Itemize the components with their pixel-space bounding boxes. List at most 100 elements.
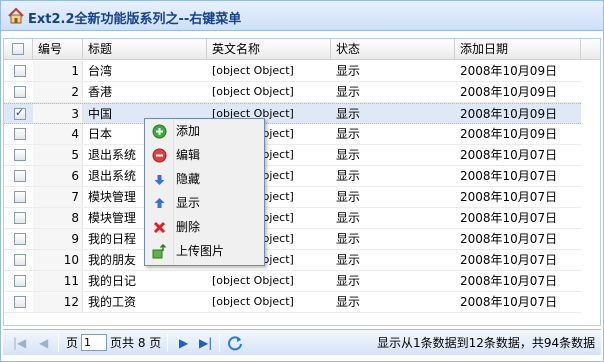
cell-date: 2008年10月09日 [460, 107, 558, 121]
header-date[interactable]: 添加日期 [455, 39, 581, 60]
cell-id: 7 [71, 190, 79, 204]
cell-date: 2008年10月07日 [460, 295, 558, 309]
cell-id: 1 [71, 64, 79, 78]
context-menu-item[interactable]: 编辑 [147, 144, 262, 167]
cell-status: 显示 [336, 190, 361, 204]
row-checkbox[interactable] [14, 212, 26, 224]
prev-page-icon[interactable]: ◀ [39, 335, 48, 351]
title-bar: Ext2.2全新功能版系列之--右键菜单 [1, 1, 603, 31]
cell-date: 2008年10月07日 [460, 169, 558, 183]
delete-icon [152, 220, 167, 235]
cell-status: 显示 [336, 274, 361, 288]
paging-toolbar: |◀ ◀ 页 页共 8 页 ▶ ▶| 显示从1条数据到12条数据，共94条数据 [3, 329, 601, 355]
panel-title: Ext2.2全新功能版系列之--右键菜单 [28, 12, 242, 27]
context-menu-item[interactable]: 隐藏 [147, 168, 262, 191]
cell-english-name: [object Object] [212, 64, 294, 77]
show-icon [152, 196, 167, 211]
context-menu-item-label: 删除 [176, 220, 201, 234]
cell-status: 显示 [336, 64, 361, 78]
cell-status: 显示 [336, 85, 361, 99]
table-row[interactable]: 5退出系统[object Object]显示2008年10月07日 [4, 145, 581, 166]
edit-icon [152, 148, 167, 163]
row-checkbox[interactable] [14, 128, 26, 140]
table-row[interactable]: 11 我的日记 [object Object] 显示 2008年10月07日 [4, 271, 581, 292]
cell-date: 2008年10月09日 [460, 64, 558, 78]
cell-date: 2008年10月07日 [460, 232, 558, 246]
context-menu-item[interactable]: 删除 [147, 216, 262, 239]
row-checkbox[interactable] [14, 106, 26, 120]
last-page-icon[interactable]: ▶| [199, 335, 212, 351]
row-checkbox[interactable] [14, 275, 26, 287]
row-checkbox[interactable] [14, 149, 26, 161]
context-menu-item-label: 隐藏 [176, 172, 201, 186]
data-grid: 编号 标题 英文名称 状态 添加日期 1 台湾 [object Object] 显示 2… [3, 38, 601, 326]
hide-icon [152, 172, 167, 187]
cell-status: 显示 [336, 211, 361, 225]
header-status[interactable]: 状态 [331, 39, 455, 60]
cell-id: 3 [71, 107, 79, 121]
cell-date: 2008年10月07日 [460, 253, 558, 267]
header-spacer [581, 39, 600, 60]
toolbar-separator [219, 334, 220, 352]
table-row[interactable]: 8模块管理[object Object]显示2008年10月07日 [4, 208, 581, 229]
header-title[interactable]: 标题 [83, 39, 207, 60]
add-icon [152, 124, 167, 139]
cell-id: 5 [71, 148, 79, 162]
cell-id: 2 [71, 85, 79, 99]
cell-status: 显示 [336, 295, 361, 309]
cell-id: 6 [71, 169, 79, 183]
row-checkbox[interactable] [14, 65, 26, 77]
row-checkbox[interactable] [14, 233, 26, 245]
cell-id: 10 [63, 253, 79, 267]
cell-id: 12 [63, 295, 79, 309]
cell-date: 2008年10月07日 [460, 148, 558, 162]
cell-english-name: [object Object] [212, 85, 294, 98]
cell-status: 显示 [336, 169, 361, 183]
cell-title: 我的工资 [88, 295, 137, 309]
table-row[interactable]: 4日本[object Object]显示2008年10月09日 [4, 124, 581, 145]
table-row[interactable]: 9我的日程[object Object]显示2008年10月07日 [4, 229, 581, 250]
grid-scroll-area [581, 61, 600, 325]
page-number-input[interactable] [81, 334, 107, 351]
refresh-icon[interactable] [227, 335, 243, 351]
header-english-name[interactable]: 英文名称 [207, 39, 331, 60]
cell-title: 香港 [88, 85, 113, 99]
table-row[interactable]: 10我的朋友[object Object]显示2008年10月07日 [4, 250, 581, 271]
cell-id: 11 [63, 274, 79, 288]
cell-status: 显示 [336, 107, 361, 121]
context-menu-item-label: 编辑 [176, 148, 201, 162]
row-checkbox[interactable] [14, 296, 26, 308]
header-id[interactable]: 编号 [33, 39, 83, 60]
table-row[interactable]: 2 香港 [object Object] 显示 2008年10月09日 [4, 82, 581, 103]
table-row[interactable]: 1 台湾 [object Object] 显示 2008年10月09日 [4, 61, 581, 82]
table-row[interactable]: 6退出系统[object Object]显示2008年10月07日 [4, 166, 581, 187]
row-checkbox[interactable] [14, 170, 26, 182]
cell-date: 2008年10月09日 [460, 85, 558, 99]
table-row[interactable]: 3中国[object Object]显示2008年10月09日 [4, 103, 581, 124]
context-menu-item[interactable]: 上传图片 [147, 240, 262, 263]
grid-header: 编号 标题 英文名称 状态 添加日期 [4, 39, 600, 60]
cell-status: 显示 [336, 148, 361, 162]
cell-status: 显示 [336, 253, 361, 267]
header-select-all[interactable] [4, 39, 33, 60]
first-page-icon[interactable]: |◀ [13, 335, 26, 351]
context-menu-item[interactable]: 显示 [147, 192, 262, 215]
row-checkbox[interactable] [14, 86, 26, 98]
cell-date: 2008年10月07日 [460, 274, 558, 288]
table-row[interactable]: 7模块管理[object Object]显示2008年10月07日 [4, 187, 581, 208]
cell-date: 2008年10月07日 [460, 190, 558, 204]
context-menu-item[interactable]: 添加 [147, 120, 262, 143]
grid-panel: Ext2.2全新功能版系列之--右键菜单 编号 标题 英文名称 状态 添加日期 … [0, 0, 604, 362]
row-checkbox[interactable] [14, 191, 26, 203]
context-menu-item-label: 上传图片 [176, 244, 225, 258]
next-page-icon[interactable]: ▶ [179, 335, 188, 351]
context-menu-item-label: 添加 [176, 124, 201, 138]
select-all-checkbox[interactable] [12, 43, 24, 55]
upload-image-icon [152, 243, 167, 259]
table-row[interactable]: 12 我的工资 [object Object] 显示 2008年10月07日 [4, 292, 581, 313]
row-checkbox[interactable] [14, 254, 26, 266]
context-menu-item-label: 显示 [176, 196, 201, 210]
paging-display-message: 显示从1条数据到12条数据，共94条数据 [377, 336, 596, 350]
toolbar-separator [167, 334, 168, 352]
page-total-label: 页共 8 页 [110, 336, 162, 350]
